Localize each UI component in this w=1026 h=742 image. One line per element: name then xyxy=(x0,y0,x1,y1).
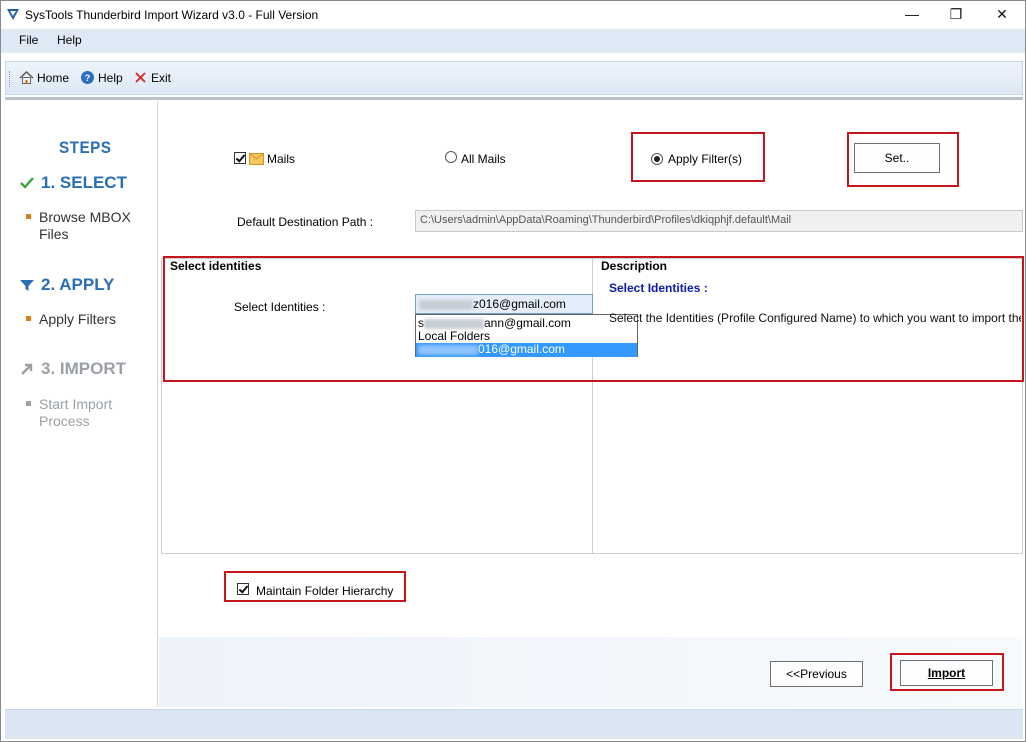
maintain-hierarchy-label: Maintain Folder Hierarchy xyxy=(256,584,394,598)
bullet-icon xyxy=(26,316,31,321)
steps-sidebar: STEPS 1. SELECT Browse MBOX Files 2. APP… xyxy=(5,101,158,707)
bullet-icon xyxy=(26,214,31,219)
maximize-button[interactable]: ❐ xyxy=(933,1,979,29)
exit-icon xyxy=(135,72,146,83)
steps-title: STEPS xyxy=(59,138,112,157)
step-apply: 2. APPLY xyxy=(19,275,114,295)
minimize-button[interactable]: — xyxy=(889,1,935,29)
mails-checkbox[interactable] xyxy=(234,152,246,164)
step-select-label: 1. SELECT xyxy=(41,173,127,192)
mail-icon xyxy=(249,153,264,165)
substep-apply-filters: Apply Filters xyxy=(26,311,149,328)
filter-icon xyxy=(20,280,34,291)
toolbar-home-label: Home xyxy=(37,70,70,85)
check-icon xyxy=(20,177,34,189)
home-icon xyxy=(19,71,34,84)
step-select: 1. SELECT xyxy=(19,173,127,193)
apply-filter-label: Apply Filter(s) xyxy=(668,152,743,166)
toolbar-help-label: Help xyxy=(98,70,123,85)
window-title: SysTools Thunderbird Import Wizard v3.0 … xyxy=(25,8,319,22)
toolbar-grip xyxy=(9,71,11,87)
step-import-label: 3. IMPORT xyxy=(41,359,127,378)
substep-import-label: Start Import Process xyxy=(39,396,113,429)
substep-apply-label: Apply Filters xyxy=(39,311,117,327)
application-window: SysTools Thunderbird Import Wizard v3.0 … xyxy=(0,0,1026,742)
previous-button[interactable]: <<Previous xyxy=(770,661,863,687)
apply-filter-radio[interactable] xyxy=(651,153,663,165)
arrow-icon xyxy=(21,363,33,375)
title-bar: SysTools Thunderbird Import Wizard v3.0 … xyxy=(1,1,1025,29)
import-button[interactable]: Import xyxy=(900,660,993,686)
toolbar-separator xyxy=(5,97,1023,100)
main-panel: Mails All Mails Apply Filter(s) Set.. De… xyxy=(159,101,1024,707)
substep-browse-mbox: Browse MBOX Files xyxy=(26,209,149,243)
maintain-hierarchy-checkbox[interactable] xyxy=(237,583,249,595)
highlight-identities-section xyxy=(163,256,1024,382)
toolbar: Home ? Help Exit xyxy=(5,61,1023,95)
destination-path-label: Default Destination Path : xyxy=(237,215,374,229)
help-icon: ? xyxy=(81,71,94,84)
set-button[interactable]: Set.. xyxy=(854,143,940,173)
status-bar xyxy=(5,709,1023,739)
all-mails-label: All Mails xyxy=(461,152,506,166)
app-logo-icon xyxy=(7,9,19,20)
toolbar-exit-label: Exit xyxy=(151,70,172,85)
toolbar-exit-button[interactable]: Exit xyxy=(133,70,171,85)
toolbar-home-button[interactable]: Home xyxy=(19,70,69,85)
menu-bar: File Help xyxy=(1,29,1025,53)
menu-file[interactable]: File xyxy=(19,33,38,47)
step-import: 3. IMPORT xyxy=(19,359,126,379)
destination-path-field[interactable]: C:\Users\admin\AppData\Roaming\Thunderbi… xyxy=(415,210,1023,232)
mails-label: Mails xyxy=(267,152,296,166)
bullet-icon xyxy=(26,401,31,406)
toolbar-help-button[interactable]: ? Help xyxy=(80,70,123,85)
substep-browse-label: Browse MBOX Files xyxy=(39,209,131,242)
menu-help[interactable]: Help xyxy=(57,33,82,47)
close-button[interactable]: ✕ xyxy=(979,1,1025,29)
step-apply-label: 2. APPLY xyxy=(41,275,115,294)
all-mails-radio[interactable] xyxy=(445,151,457,163)
svg-text:?: ? xyxy=(85,73,91,83)
substep-start-import: Start Import Process xyxy=(26,396,149,430)
